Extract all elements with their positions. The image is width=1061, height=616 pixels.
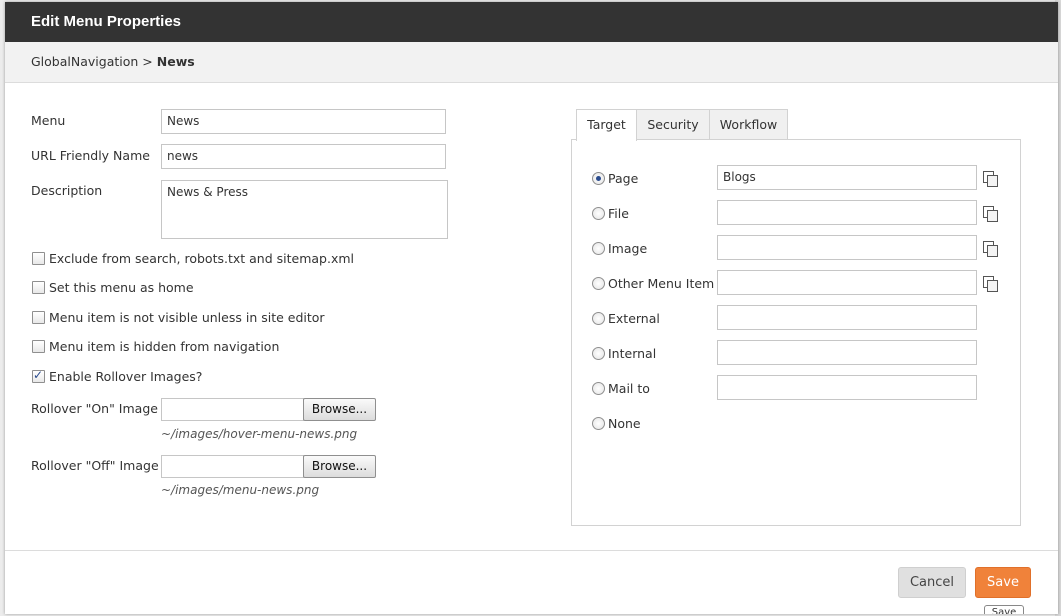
radio-file[interactable] xyxy=(592,207,605,220)
save-tooltip: Save xyxy=(984,605,1024,614)
save-button[interactable]: Save xyxy=(975,567,1031,598)
footer-divider xyxy=(5,550,1058,551)
radio-internal-label: Internal xyxy=(608,346,657,361)
exclude-search-label: Exclude from search, robots.txt and site… xyxy=(49,251,354,266)
rollover-on-label: Rollover "On" Image xyxy=(31,401,158,416)
rollover-off-label: Rollover "Off" Image xyxy=(31,458,159,473)
page-target-input[interactable]: Blogs xyxy=(717,165,977,190)
target-panel xyxy=(571,139,1021,526)
file-copy-icon[interactable] xyxy=(983,206,998,222)
radio-none[interactable] xyxy=(592,417,605,430)
radio-other-menu-item[interactable] xyxy=(592,277,605,290)
hidden-nav-checkbox[interactable] xyxy=(32,340,45,353)
tab-target[interactable]: Target xyxy=(576,109,637,141)
file-target-input[interactable] xyxy=(717,200,977,225)
radio-page-label: Page xyxy=(608,171,639,186)
tab-workflow[interactable]: Workflow xyxy=(709,109,788,140)
external-target-input[interactable] xyxy=(717,305,977,330)
edit-menu-dialog: Edit Menu Properties GlobalNavigation > … xyxy=(5,2,1058,614)
radio-external-label: External xyxy=(608,311,660,326)
description-textarea[interactable]: News & Press xyxy=(161,180,448,239)
breadcrumb: GlobalNavigation > News xyxy=(5,42,1058,83)
breadcrumb-parent[interactable]: GlobalNavigation xyxy=(31,54,138,69)
radio-none-label: None xyxy=(608,416,641,431)
rollover-off-browse-button[interactable]: Browse... xyxy=(303,455,376,478)
url-friendly-name-input[interactable]: news xyxy=(161,144,446,169)
dialog-title: Edit Menu Properties xyxy=(5,2,1058,42)
cancel-button[interactable]: Cancel xyxy=(898,567,966,598)
description-label: Description xyxy=(31,183,103,198)
radio-image[interactable] xyxy=(592,242,605,255)
hidden-nav-label: Menu item is hidden from navigation xyxy=(49,339,280,354)
enable-rollover-checkbox[interactable] xyxy=(32,368,45,383)
image-target-input[interactable] xyxy=(717,235,977,260)
set-home-label: Set this menu as home xyxy=(49,280,194,295)
exclude-search-checkbox[interactable] xyxy=(32,252,45,265)
rollover-off-path: ~/images/menu-news.png xyxy=(161,483,320,497)
radio-external[interactable] xyxy=(592,312,605,325)
rollover-on-input[interactable] xyxy=(161,398,304,421)
radio-image-label: Image xyxy=(608,241,648,256)
set-home-checkbox[interactable] xyxy=(32,281,45,294)
rollover-on-browse-button[interactable]: Browse... xyxy=(303,398,376,421)
menu-label: Menu xyxy=(31,113,66,128)
image-copy-icon[interactable] xyxy=(983,241,998,257)
radio-mail-to[interactable] xyxy=(592,382,605,395)
radio-file-label: File xyxy=(608,206,629,221)
radio-mail-to-label: Mail to xyxy=(608,381,650,396)
internal-target-input[interactable] xyxy=(717,340,977,365)
radio-page[interactable] xyxy=(592,172,605,185)
not-visible-label: Menu item is not visible unless in site … xyxy=(49,310,325,325)
rollover-on-path: ~/images/hover-menu-news.png xyxy=(161,427,358,441)
rollover-off-input[interactable] xyxy=(161,455,304,478)
enable-rollover-label: Enable Rollover Images? xyxy=(49,369,203,384)
page-copy-icon[interactable] xyxy=(983,171,998,187)
other-menu-item-input[interactable] xyxy=(717,270,977,295)
url-friendly-name-label: URL Friendly Name xyxy=(31,148,150,163)
breadcrumb-current: News xyxy=(156,54,195,69)
other-menu-item-copy-icon[interactable] xyxy=(983,276,998,292)
radio-other-menu-item-label: Other Menu Item xyxy=(608,276,715,291)
tab-security[interactable]: Security xyxy=(636,109,710,140)
not-visible-checkbox[interactable] xyxy=(32,311,45,324)
mail-to-input[interactable] xyxy=(717,375,977,400)
menu-input[interactable]: News xyxy=(161,109,446,134)
breadcrumb-separator: > xyxy=(142,54,153,69)
radio-internal[interactable] xyxy=(592,347,605,360)
